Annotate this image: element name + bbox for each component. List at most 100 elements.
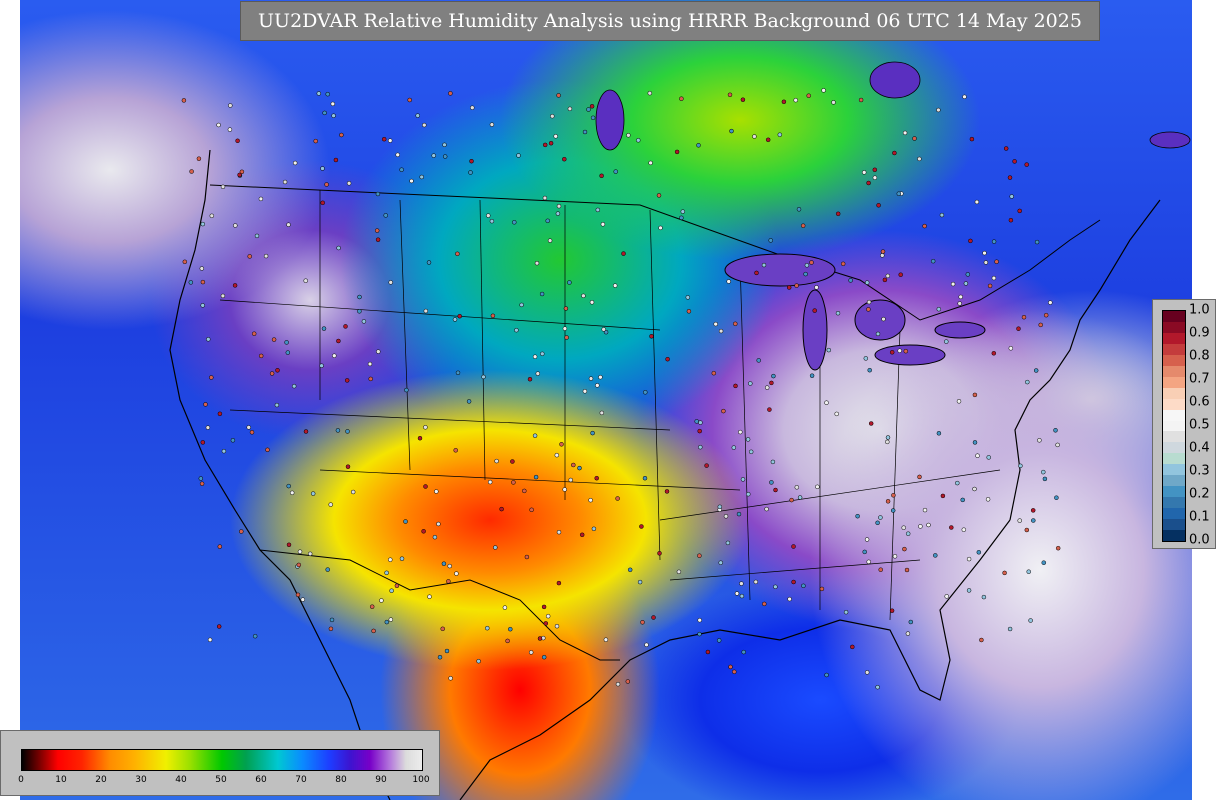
station-marker	[969, 136, 975, 142]
station-marker	[1017, 208, 1022, 214]
station-marker	[579, 532, 585, 538]
station-marker	[249, 430, 255, 435]
station-marker	[227, 127, 233, 132]
station-marker	[598, 374, 603, 380]
station-marker	[1008, 217, 1014, 223]
station-marker	[1024, 162, 1029, 167]
station-marker	[796, 207, 802, 212]
station-marker	[809, 373, 815, 378]
station-marker	[388, 280, 393, 285]
station-marker	[767, 407, 772, 412]
station-marker	[423, 308, 429, 314]
station-marker	[791, 579, 796, 585]
station-marker	[556, 529, 562, 535]
station-marker	[824, 672, 829, 678]
station-marker	[499, 506, 504, 512]
fraction-tick-label: 0.2	[1189, 486, 1210, 502]
station-marker	[612, 283, 618, 288]
station-marker	[595, 383, 600, 388]
station-marker	[824, 400, 829, 405]
station-marker	[736, 511, 742, 517]
station-marker	[1007, 626, 1013, 632]
station-marker	[275, 368, 280, 373]
station-marker	[375, 237, 381, 242]
station-marker	[679, 96, 684, 101]
station-marker	[936, 306, 942, 312]
station-marker	[431, 153, 436, 158]
rh-tick-label: 90	[375, 775, 387, 785]
station-marker	[590, 115, 596, 121]
station-marker	[539, 291, 545, 297]
station-marker	[1031, 518, 1036, 523]
station-marker	[1025, 379, 1030, 385]
station-marker	[885, 499, 891, 504]
station-marker	[831, 100, 836, 105]
station-marker	[562, 487, 567, 492]
station-marker	[746, 491, 751, 497]
station-marker	[468, 170, 473, 175]
station-marker	[862, 549, 867, 555]
station-marker	[528, 650, 534, 655]
colorbar-swatch	[1163, 354, 1185, 366]
station-marker	[434, 489, 439, 494]
rh-tick-label: 50	[215, 775, 227, 785]
station-marker	[739, 581, 744, 586]
station-marker	[553, 134, 558, 139]
station-marker	[207, 637, 213, 643]
station-marker	[567, 106, 573, 112]
station-marker	[819, 586, 825, 592]
colorbar-swatch	[1163, 486, 1185, 498]
station-marker	[556, 203, 562, 209]
station-marker	[375, 191, 381, 197]
station-marker	[417, 435, 423, 441]
station-marker	[295, 592, 301, 598]
station-marker	[588, 497, 593, 503]
station-marker	[861, 170, 867, 175]
station-marker	[733, 321, 738, 327]
rh-tick-label: 60	[255, 775, 267, 785]
station-marker	[922, 507, 928, 513]
station-marker	[697, 617, 702, 623]
station-marker	[265, 447, 270, 453]
station-marker	[322, 110, 327, 116]
station-marker	[694, 419, 699, 424]
station-marker	[727, 92, 733, 98]
station-marker	[457, 313, 462, 319]
station-marker	[713, 321, 718, 327]
station-marker	[542, 142, 548, 148]
station-marker	[407, 97, 412, 103]
station-marker	[731, 445, 737, 450]
colorbar-swatch	[1163, 398, 1185, 410]
station-marker	[1048, 300, 1053, 305]
station-marker	[1043, 312, 1049, 318]
station-marker	[664, 489, 670, 494]
station-marker	[944, 339, 949, 344]
station-marker	[745, 437, 751, 442]
station-marker	[555, 211, 561, 216]
station-marker	[962, 94, 967, 100]
colorbar-swatch	[1163, 311, 1185, 322]
station-marker	[251, 331, 257, 336]
station-marker	[732, 669, 737, 675]
station-marker	[371, 628, 376, 634]
station-marker	[804, 263, 810, 268]
station-marker	[423, 484, 428, 489]
station-marker	[791, 544, 796, 549]
station-marker	[320, 200, 325, 206]
station-marker	[649, 334, 654, 339]
station-marker	[493, 545, 498, 550]
rh-colorbar-gradient	[21, 749, 423, 771]
station-marker	[721, 408, 726, 414]
station-marker	[739, 593, 745, 599]
station-marker	[336, 338, 341, 344]
station-marker	[753, 579, 759, 585]
station-marker	[794, 485, 800, 490]
station-marker	[328, 502, 333, 507]
station-marker	[1002, 570, 1007, 576]
station-marker	[991, 351, 997, 356]
station-marker	[889, 350, 895, 355]
station-marker	[975, 453, 980, 458]
rh-tick-label: 100	[412, 775, 430, 785]
station-marker	[674, 149, 680, 155]
station-marker	[335, 428, 341, 433]
